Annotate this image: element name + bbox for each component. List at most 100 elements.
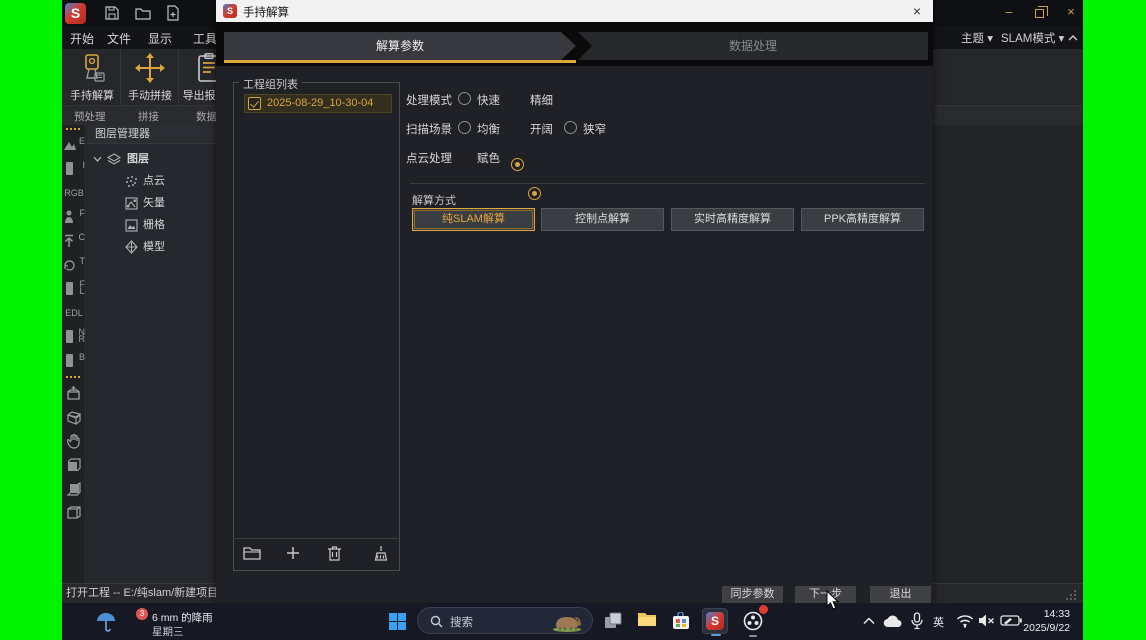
delete-project-button[interactable] — [327, 545, 347, 565]
layer-item-pointcloud[interactable]: 点云 — [87, 170, 216, 192]
radio-open-label[interactable]: 开阔 — [530, 121, 553, 137]
open-folder-button[interactable] — [243, 545, 263, 565]
close-button[interactable]: × — [1060, 4, 1082, 20]
sidebar-item-t[interactable]: T — [62, 253, 86, 277]
radio-balanced-label[interactable]: 均衡 — [477, 121, 500, 137]
project-list-toolbar — [233, 538, 400, 570]
dialog-close-button[interactable]: × — [907, 1, 927, 21]
up-arrow-icon — [64, 234, 76, 248]
search-icon — [430, 615, 443, 628]
save-icon[interactable] — [104, 5, 120, 21]
tray-expand-icon[interactable] — [863, 617, 875, 625]
sidebar-tool-cube-back[interactable] — [62, 477, 86, 501]
tray-clock[interactable]: 14:33 2025/9/22 — [1020, 607, 1070, 635]
collapse-ribbon-icon[interactable] — [1068, 34, 1078, 42]
sidebar-item-f[interactable]: F — [62, 205, 86, 229]
radio-narrow[interactable] — [564, 121, 577, 134]
wifi-icon[interactable] — [956, 614, 974, 628]
solve-control-point-button[interactable]: 控制点解算 — [541, 208, 664, 231]
chevron-down-icon — [93, 156, 102, 162]
layer-tree-root[interactable]: 图层 — [87, 148, 216, 170]
new-file-icon[interactable] — [165, 5, 181, 21]
taskbar-app-file-explorer[interactable] — [634, 608, 660, 634]
search-highlight-capybara-icon[interactable] — [550, 611, 584, 632]
clean-button[interactable] — [371, 545, 391, 565]
taskbar-app-store[interactable] — [668, 608, 694, 634]
radio-open[interactable] — [528, 187, 541, 200]
exit-button[interactable]: 退出 — [870, 586, 931, 604]
add-project-button[interactable] — [285, 545, 305, 565]
slam-mode-dropdown[interactable]: SLAM模式 ▾ — [1001, 30, 1064, 46]
tab-data-processing[interactable]: 数据处理 — [578, 32, 928, 60]
status-text: 打开工程 -- E:/纯slam/新建项目250 — [66, 587, 237, 599]
sync-params-button[interactable]: 同步参数 — [722, 586, 783, 604]
sidebar-item-elevation[interactable]: E — [62, 133, 86, 157]
open-project-icon[interactable] — [135, 5, 151, 21]
battery-pen-icon[interactable] — [1000, 614, 1022, 627]
taskbar-app-task-view[interactable] — [600, 608, 626, 634]
ribbon-export-report-button[interactable]: 导出报 — [182, 51, 216, 103]
cube-wire-icon — [66, 505, 82, 521]
volume-muted-icon[interactable] — [978, 613, 995, 628]
sidebar-item-b[interactable]: B — [62, 349, 86, 373]
menu-start[interactable]: 开始 — [70, 30, 94, 46]
resize-grip-icon[interactable] — [1064, 590, 1077, 601]
sidebar-item-c[interactable]: C — [62, 229, 86, 253]
dialog-titlebar[interactable]: S 手持解算 × — [216, 0, 933, 22]
handheld-solve-dialog: S 手持解算 × 解算参数 数据处理 工程组列表 2025-08-29_10-3… — [216, 0, 933, 603]
sidebar-item-nr[interactable]: N R — [62, 325, 86, 349]
sidebar-separator — [66, 128, 82, 130]
start-button[interactable] — [386, 610, 410, 634]
weather-widget[interactable]: 3 6 mm 的降雨 星期三 — [92, 606, 222, 637]
menu-tools[interactable]: 工具 — [193, 30, 217, 46]
minimize-button[interactable]: – — [998, 4, 1020, 20]
radio-balanced[interactable] — [458, 121, 471, 134]
solve-realtime-hp-button[interactable]: 实时高精度解算 — [671, 208, 794, 231]
ime-indicator[interactable]: 英 — [933, 614, 944, 630]
obs-icon — [743, 611, 763, 631]
section-divider — [410, 183, 925, 184]
move-cross-icon — [135, 53, 165, 83]
sidebar-item-intensity[interactable]: I — [62, 157, 86, 181]
microphone-icon[interactable] — [911, 612, 923, 630]
recording-badge — [759, 605, 768, 614]
sidebar-item-rgb[interactable]: RGB — [62, 181, 86, 205]
solve-pure-slam-button[interactable]: 纯SLAM解算 — [412, 208, 535, 231]
box-open-icon — [66, 410, 82, 425]
onedrive-cloud-icon[interactable] — [883, 614, 903, 628]
theme-dropdown[interactable]: 主题 ▾ — [961, 30, 993, 46]
menu-display[interactable]: 显示 — [148, 30, 172, 46]
person-icon — [64, 210, 77, 224]
ribbon-manual-stitch-button[interactable]: 手动拼接 — [124, 51, 176, 103]
taskbar-app-slam-active[interactable]: S — [702, 608, 728, 634]
sidebar-tool-pan[interactable] — [62, 429, 86, 453]
weather-line2: 星期三 — [152, 624, 184, 639]
layer-item-raster[interactable]: 栅格 — [87, 214, 216, 236]
sidebar-tool-box[interactable] — [62, 405, 86, 429]
taskbar-app-obs[interactable] — [740, 608, 766, 634]
sidebar-tool-add-box[interactable] — [62, 381, 86, 405]
menu-file[interactable]: 文件 — [107, 30, 131, 46]
project-checkbox[interactable] — [248, 97, 261, 110]
ribbon-handheld-solve-button[interactable]: 手持解算 — [66, 51, 118, 103]
trash-icon — [327, 545, 342, 561]
radio-fast[interactable] — [458, 92, 471, 105]
layer-item-model[interactable]: 模型 — [87, 236, 216, 258]
layers-icon — [107, 153, 121, 165]
sidebar-tool-cube-front[interactable] — [62, 453, 86, 477]
radio-fast-label[interactable]: 快速 — [477, 92, 500, 108]
project-list-item[interactable]: 2025-08-29_10-30-04 — [244, 94, 392, 113]
colorize-label[interactable]: 赋色 — [477, 150, 500, 166]
sidebar-tool-cube-wire[interactable] — [62, 501, 86, 525]
layer-item-vector[interactable]: 矢量 — [87, 192, 216, 214]
radio-narrow-label[interactable]: 狭窄 — [583, 121, 606, 137]
tab-solve-params[interactable]: 解算参数 — [224, 32, 576, 60]
restore-button[interactable] — [1028, 4, 1050, 20]
sidebar-item-fl[interactable]: F L — [62, 277, 86, 301]
solve-ppk-hp-button[interactable]: PPK高精度解算 — [801, 208, 924, 231]
sidebar-item-edl[interactable]: EDL — [62, 301, 86, 325]
radio-fine[interactable] — [511, 158, 524, 171]
ribbon-group-label: 数据 — [196, 109, 217, 124]
radio-fine-label[interactable]: 精细 — [530, 92, 553, 108]
taskbar-search[interactable]: 搜索 — [417, 607, 593, 634]
